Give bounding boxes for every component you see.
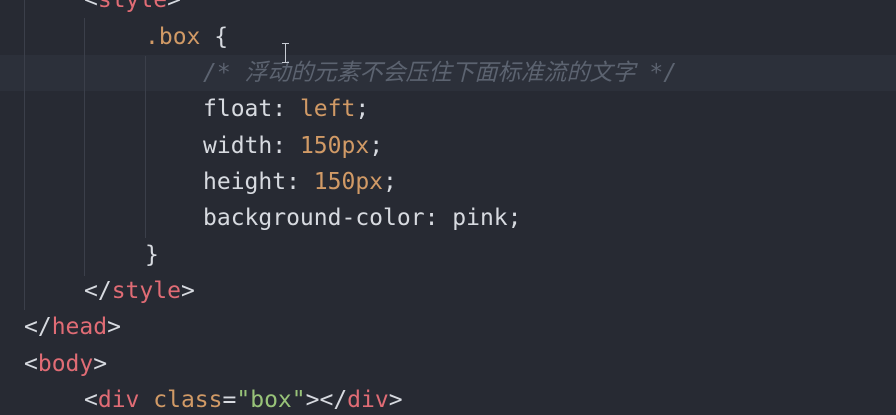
code-line-style-close[interactable]: </style> bbox=[84, 273, 195, 309]
code-editor[interactable]: <style> .box { /* 浮动的元素不会压住下面标准流的文字 */ f… bbox=[0, 0, 896, 415]
code-line-div[interactable]: <div class="box"></div> bbox=[84, 382, 403, 415]
code-line-float[interactable]: float: left; bbox=[203, 91, 369, 127]
code-line-background-color[interactable]: background-color: pink; bbox=[203, 200, 522, 236]
code-line-comment[interactable]: /* 浮动的元素不会压住下面标准流的文字 */ bbox=[203, 55, 677, 91]
code-line-close-brace[interactable]: } bbox=[145, 237, 159, 273]
code-line-selector[interactable]: .box { bbox=[145, 19, 228, 55]
indent-guide-2 bbox=[84, 18, 85, 276]
text-cursor-icon bbox=[282, 42, 290, 64]
code-line-body-open[interactable]: <body> bbox=[24, 346, 107, 382]
code-line-style-open[interactable]: <style> bbox=[84, 0, 181, 18]
code-line-width[interactable]: width: 150px; bbox=[203, 128, 383, 164]
code-line-head-close[interactable]: </head> bbox=[24, 309, 121, 345]
indent-guide-1 bbox=[24, 0, 25, 310]
indent-guide-3 bbox=[145, 56, 146, 238]
code-line-height[interactable]: height: 150px; bbox=[203, 164, 397, 200]
